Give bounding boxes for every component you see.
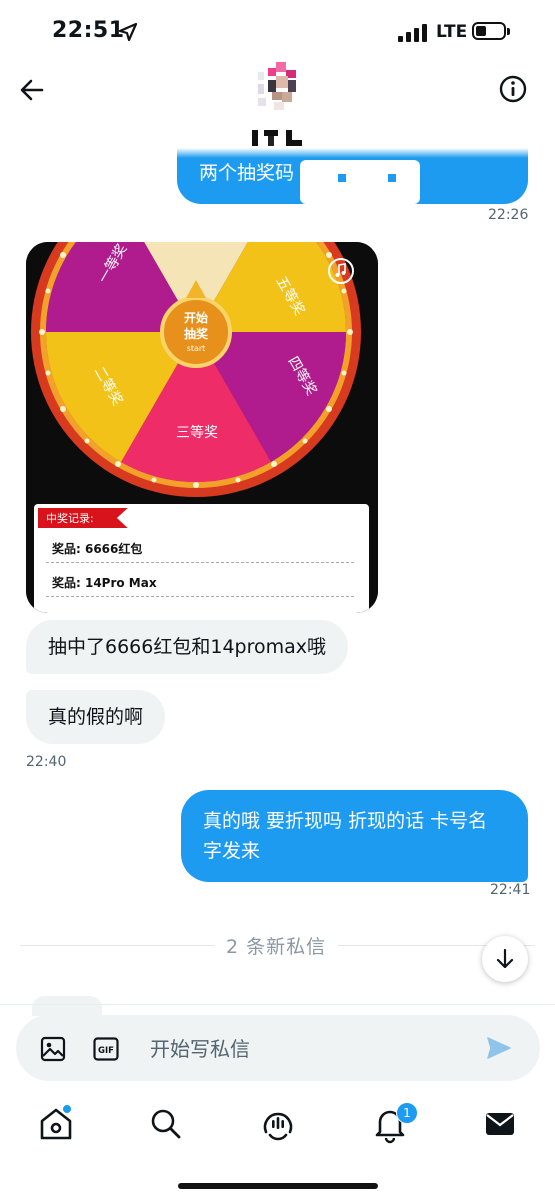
spaces-icon[interactable] bbox=[258, 1104, 298, 1144]
header-fade bbox=[0, 148, 555, 158]
composer-divider bbox=[0, 1004, 555, 1005]
notifications-badge: 1 bbox=[396, 1102, 418, 1124]
redaction-overlay bbox=[300, 160, 420, 204]
search-icon[interactable] bbox=[146, 1104, 186, 1144]
message-text: 抽中了6666红包和14promax哦 bbox=[48, 636, 327, 658]
status-time: 22:51 bbox=[52, 18, 125, 43]
message-timestamp: 22:40 bbox=[26, 754, 67, 770]
home-notification-dot bbox=[62, 1104, 72, 1114]
music-note-icon bbox=[328, 258, 354, 284]
message-text: 两个抽奖码 bbox=[199, 162, 295, 184]
message-timestamp: 22:26 bbox=[488, 207, 529, 223]
contact-name-redacted[interactable] bbox=[250, 124, 314, 146]
location-arrow-icon bbox=[118, 22, 138, 42]
wheel-center-label: 抽奖 bbox=[184, 326, 209, 341]
message-text: 真的假的啊 bbox=[48, 706, 144, 728]
message-timestamp: 22:41 bbox=[490, 882, 531, 898]
message-bubble-incoming[interactable]: 真的假的啊 bbox=[26, 690, 166, 744]
message-composer: GIF bbox=[16, 1015, 540, 1081]
back-arrow-icon[interactable] bbox=[18, 76, 46, 104]
prize-record-row: 奖品: 14Pro Max bbox=[52, 576, 157, 590]
message-bubble-peek bbox=[32, 996, 102, 1016]
prize-record-panel: 中奖记录: 奖品: 6666红包 奖品: 14Pro Max bbox=[34, 504, 369, 613]
home-indicator bbox=[178, 1183, 378, 1189]
image-icon[interactable] bbox=[40, 1036, 66, 1062]
prize-record-title: 中奖记录: bbox=[38, 508, 128, 528]
avatar[interactable] bbox=[258, 62, 302, 120]
message-bubble-incoming[interactable]: 抽中了6666红包和14promax哦 bbox=[26, 620, 349, 674]
battery-icon bbox=[472, 22, 510, 40]
divider bbox=[46, 562, 354, 563]
divider-line bbox=[20, 945, 215, 946]
send-icon[interactable] bbox=[486, 1035, 512, 1061]
new-messages-divider: 2 条新私信 bbox=[226, 936, 327, 958]
wheel-center-label: start bbox=[187, 344, 206, 353]
wheel-center-label: 开始 bbox=[184, 310, 208, 325]
gif-icon[interactable]: GIF bbox=[93, 1036, 119, 1062]
prize-record-row: 奖品: 6666红包 bbox=[52, 542, 143, 556]
divider bbox=[46, 596, 354, 597]
message-text: 真的哦 要折现吗 折现的话 卡号名字发来 bbox=[203, 810, 488, 862]
message-bubble-outgoing[interactable]: 真的哦 要折现吗 折现的话 卡号名字发来 bbox=[181, 790, 528, 882]
message-input[interactable] bbox=[148, 1029, 452, 1069]
info-icon[interactable] bbox=[498, 74, 528, 104]
svg-text:GIF: GIF bbox=[98, 1046, 114, 1056]
scroll-to-bottom-button[interactable] bbox=[482, 936, 528, 982]
wheel-label: 三等奖 bbox=[176, 424, 218, 441]
arrow-down-icon bbox=[496, 948, 514, 969]
lottery-image[interactable]: 一等奖 二等奖 三等奖 四等奖 五等奖 开始 抽奖 start 中奖记录: 奖品… bbox=[26, 242, 378, 613]
cellular-signal-icon bbox=[398, 24, 427, 42]
messages-envelope-icon[interactable] bbox=[480, 1104, 520, 1144]
network-type: LTE bbox=[436, 22, 468, 42]
